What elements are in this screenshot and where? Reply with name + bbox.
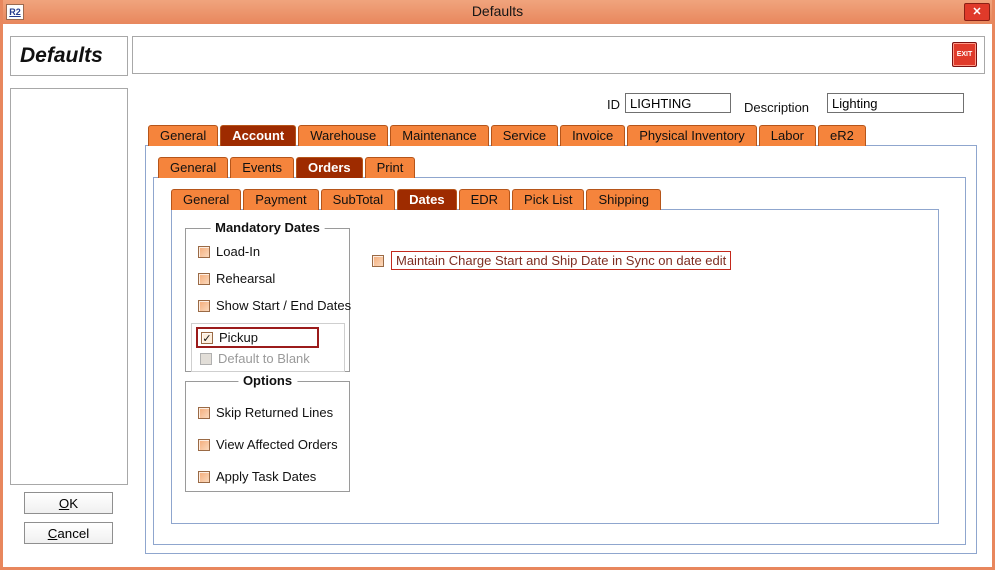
sync-checkbox-label: Maintain Charge Start and Ship Date in S…: [391, 251, 731, 270]
tab-dates[interactable]: Dates: [397, 189, 456, 210]
pickup-subgroup: ✓ Pickup Default to Blank: [191, 323, 345, 372]
cancel-button[interactable]: Cancel: [24, 522, 113, 544]
tab-pick-list[interactable]: Pick List: [512, 189, 584, 210]
tab-row-level3: GeneralPaymentSubTotalDatesEDRPick ListS…: [171, 189, 661, 210]
tab-general[interactable]: General: [171, 189, 241, 210]
tab-invoice[interactable]: Invoice: [560, 125, 625, 146]
checkbox-row-rehearsal[interactable]: Rehearsal: [194, 269, 343, 288]
tab-row-level2: GeneralEventsOrdersPrint: [158, 157, 415, 178]
checkbox-row-load-in[interactable]: Load-In: [194, 242, 343, 261]
checkbox-row-skip-returned-lines[interactable]: Skip Returned Lines: [194, 403, 343, 422]
unchecked-checkbox-icon[interactable]: [198, 439, 210, 451]
checkbox-label: Pickup: [219, 330, 258, 345]
tab-orders[interactable]: Orders: [296, 157, 363, 178]
checkbox-label: View Affected Orders: [216, 437, 338, 452]
tab-er2[interactable]: eR2: [818, 125, 866, 146]
checkbox-show-start-end-dates[interactable]: Show Start / End Dates: [194, 296, 355, 315]
tab-events[interactable]: Events: [230, 157, 294, 178]
checkbox-row-default-to-blank[interactable]: Default to Blank: [196, 349, 340, 368]
ok-button[interactable]: OK: [24, 492, 113, 514]
description-field[interactable]: [827, 93, 964, 113]
tab-warehouse[interactable]: Warehouse: [298, 125, 388, 146]
tab-service[interactable]: Service: [491, 125, 558, 146]
tab-edr[interactable]: EDR: [459, 189, 510, 210]
mandatory-dates-group: Mandatory Dates Load-InRehearsalShow Sta…: [185, 228, 350, 372]
checkbox-label: Default to Blank: [218, 351, 310, 366]
checkbox-label: Rehearsal: [216, 271, 275, 286]
options-group: Options Skip Returned LinesView Affected…: [185, 381, 350, 492]
tab-row-level1: GeneralAccountWarehouseMaintenanceServic…: [148, 125, 866, 146]
tab-shipping[interactable]: Shipping: [586, 189, 661, 210]
tab-print[interactable]: Print: [365, 157, 416, 178]
id-label: ID: [607, 97, 620, 112]
checkbox-row-view-affected-orders[interactable]: View Affected Orders: [194, 435, 343, 454]
unchecked-checkbox-icon[interactable]: [198, 273, 210, 285]
description-label: Description: [744, 100, 809, 115]
checkbox-label: Skip Returned Lines: [216, 405, 333, 420]
unchecked-checkbox-icon[interactable]: [198, 300, 210, 312]
checkbox-pickup[interactable]: ✓ Pickup: [196, 327, 319, 348]
defaults-dialog: R2 Defaults ✕ Defaults OK Cancel EXIT ID…: [0, 0, 995, 570]
close-icon[interactable]: ✕: [964, 3, 990, 21]
checkbox-label: Show Start / End Dates: [216, 298, 351, 313]
checkbox-default-to-blank[interactable]: Default to Blank: [196, 349, 314, 368]
unchecked-checkbox-icon[interactable]: [198, 407, 210, 419]
window-title: Defaults: [0, 3, 995, 19]
tab-general[interactable]: General: [148, 125, 218, 146]
tab-payment[interactable]: Payment: [243, 189, 318, 210]
unchecked-checkbox-icon[interactable]: [198, 471, 210, 483]
toolbar-strip: EXIT: [132, 36, 985, 74]
tab-maintenance[interactable]: Maintenance: [390, 125, 488, 146]
checkbox-label: Load-In: [216, 244, 260, 259]
sync-checkbox-row[interactable]: Maintain Charge Start and Ship Date in S…: [372, 251, 731, 270]
tab-physical-inventory[interactable]: Physical Inventory: [627, 125, 757, 146]
unchecked-checkbox-icon[interactable]: [198, 246, 210, 258]
checkbox-label: Apply Task Dates: [216, 469, 316, 484]
checkbox-row-pickup[interactable]: ✓ Pickup: [196, 327, 340, 348]
sidebar-listbox[interactable]: [10, 88, 128, 485]
checkbox-row-apply-task-dates[interactable]: Apply Task Dates: [194, 467, 343, 486]
tab-account[interactable]: Account: [220, 125, 296, 146]
checkbox-skip-returned-lines[interactable]: Skip Returned Lines: [194, 403, 337, 422]
tab-subtotal[interactable]: SubTotal: [321, 189, 396, 210]
mandatory-dates-group-title: Mandatory Dates: [210, 220, 325, 235]
id-field[interactable]: [625, 93, 731, 113]
tab-labor[interactable]: Labor: [759, 125, 816, 146]
checked-checkbox-icon[interactable]: ✓: [201, 332, 213, 344]
sync-checkbox-icon[interactable]: [372, 255, 384, 267]
checkbox-apply-task-dates[interactable]: Apply Task Dates: [194, 467, 320, 486]
titlebar[interactable]: R2 Defaults ✕: [0, 0, 995, 24]
tab-general[interactable]: General: [158, 157, 228, 178]
options-group-title: Options: [238, 373, 297, 388]
exit-button[interactable]: EXIT: [952, 42, 977, 67]
checkbox-row-show-start-end-dates[interactable]: Show Start / End Dates: [194, 296, 343, 315]
checkbox-view-affected-orders[interactable]: View Affected Orders: [194, 435, 342, 454]
page-title: Defaults: [10, 36, 128, 76]
checkbox-load-in[interactable]: Load-In: [194, 242, 264, 261]
checkbox-rehearsal[interactable]: Rehearsal: [194, 269, 279, 288]
unchecked-checkbox-icon[interactable]: [200, 353, 212, 365]
